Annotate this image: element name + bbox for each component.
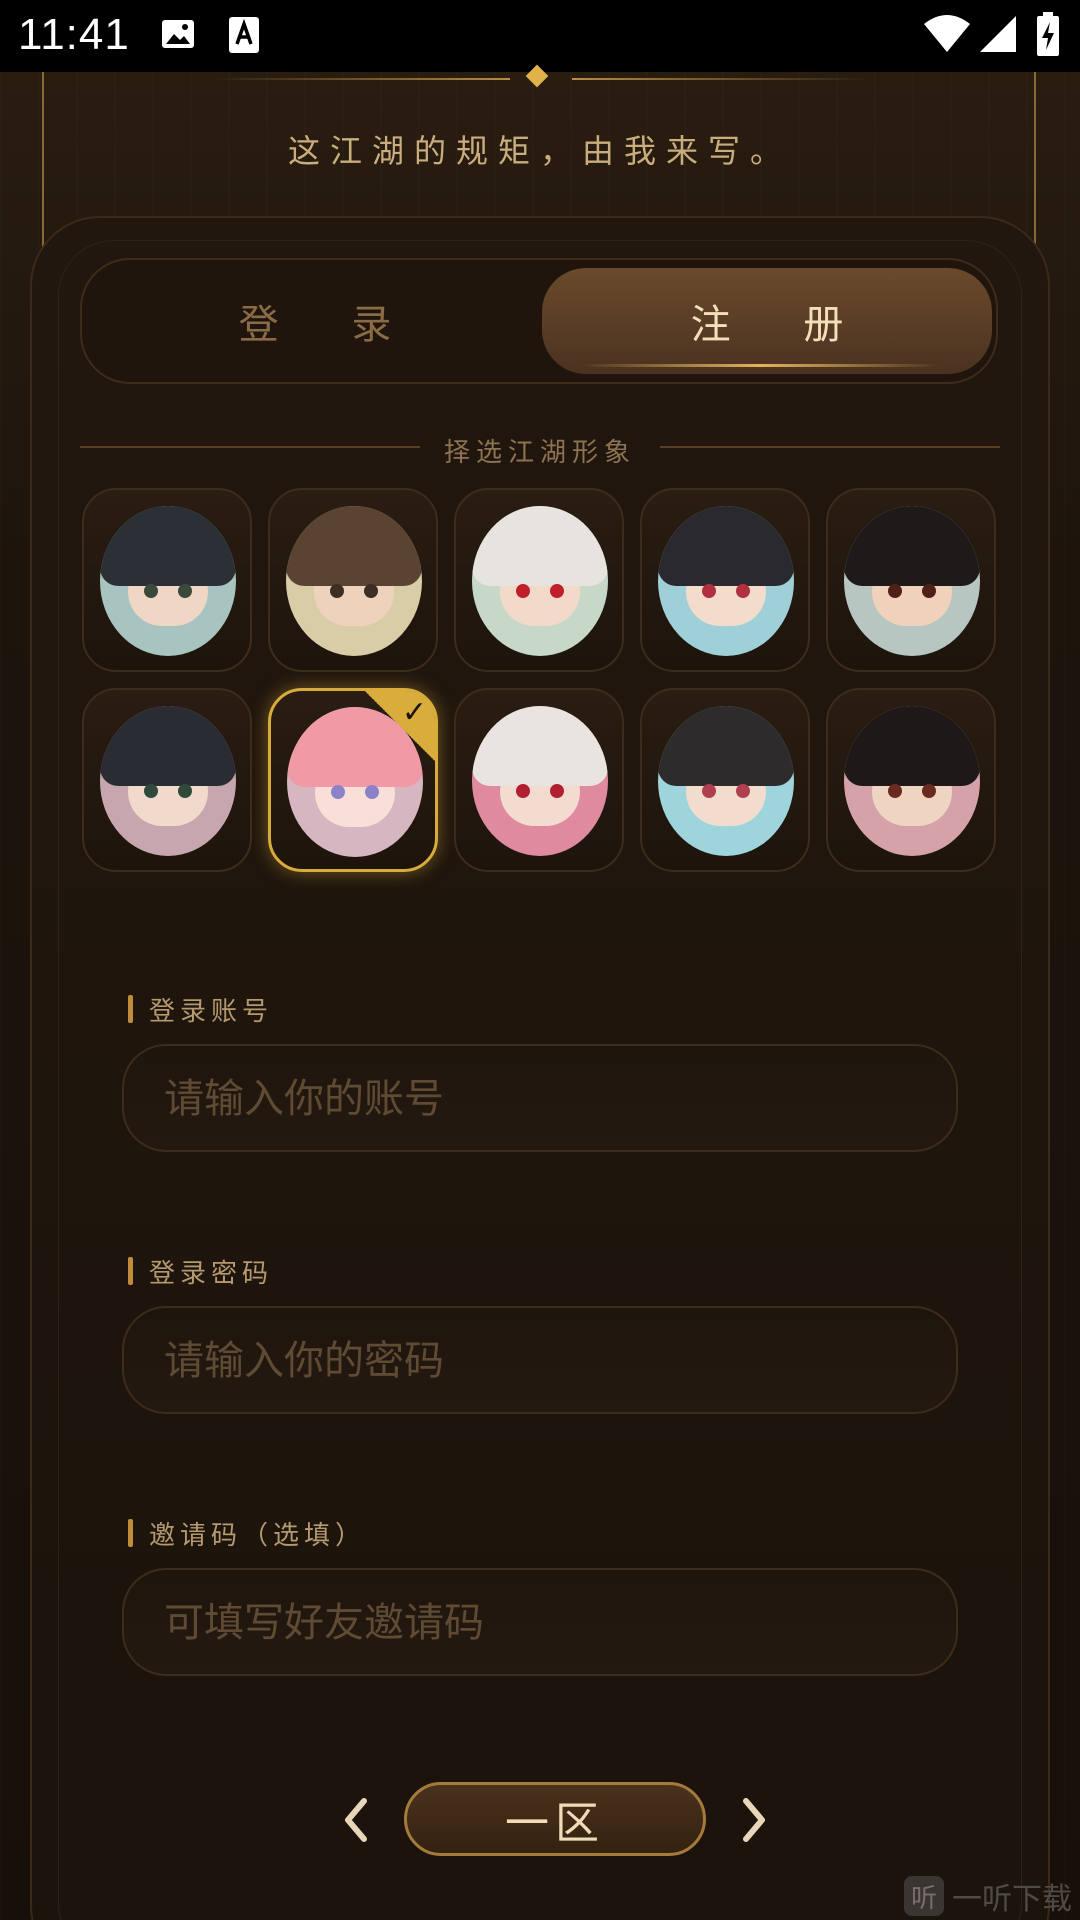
password-input[interactable]: [162, 1308, 926, 1414]
status-time: 11:41: [18, 10, 130, 59]
avatar-hair: [658, 706, 794, 786]
wifi-icon: [924, 14, 970, 58]
avatar-portrait: [472, 706, 608, 856]
avatar-eye: [364, 584, 378, 598]
avatar-eye: [736, 784, 750, 798]
avatar-eye: [922, 784, 936, 798]
avatar-hair: [472, 506, 608, 586]
watermark-logo-icon: 听: [904, 1876, 944, 1916]
avatar-hair: [100, 706, 236, 786]
password-label-text: 登录密码: [149, 1258, 274, 1289]
next-server-button[interactable]: [724, 1790, 784, 1850]
avatar-eye: [922, 584, 936, 598]
avatar-section-title: 择选江湖形象: [443, 438, 636, 468]
password-field: [122, 1306, 958, 1414]
avatar-eye: [888, 784, 902, 798]
active-tab-indicator: [580, 364, 940, 367]
avatar-option[interactable]: [826, 488, 996, 672]
password-label: 登录密码: [128, 1254, 274, 1289]
label-accent-bar: [128, 1257, 133, 1285]
invite-label-text: 邀请码（选填）: [149, 1520, 367, 1551]
avatar-eye: [144, 584, 158, 598]
invite-label: 邀请码（选填）: [128, 1516, 367, 1551]
avatar-eye: [516, 584, 530, 598]
invite-input[interactable]: [162, 1570, 926, 1676]
label-accent-bar: [128, 1519, 133, 1547]
account-label-text: 登录账号: [149, 996, 274, 1027]
avatar-eye: [888, 584, 902, 598]
avatar-option[interactable]: [268, 488, 438, 672]
avatar-option[interactable]: [640, 688, 810, 872]
label-accent-bar: [128, 995, 133, 1023]
avatar-portrait: [100, 706, 236, 856]
avatar-portrait: [286, 506, 422, 656]
battery-charging-icon: [1036, 12, 1060, 60]
avatar-portrait: [100, 506, 236, 656]
avatar-portrait: [844, 706, 980, 856]
avatar-hair: [658, 506, 794, 586]
avatar-hair: [472, 706, 608, 786]
account-input[interactable]: [162, 1046, 926, 1152]
avatar-eye: [550, 584, 564, 598]
chevron-right-icon: [743, 1798, 765, 1842]
avatar-hair: [844, 506, 980, 586]
avatar-eye: [178, 584, 192, 598]
checkmark-icon: ✓: [401, 695, 427, 730]
avatar-option[interactable]: [82, 688, 252, 872]
avatar-option[interactable]: ✓: [268, 688, 438, 872]
watermark: 听 一听下载: [904, 1876, 1072, 1917]
avatar-hair: [100, 506, 236, 586]
tab-login[interactable]: 登 录: [90, 268, 540, 374]
avatar-hair: [844, 706, 980, 786]
avatar-option[interactable]: [826, 688, 996, 872]
ornament-line-left: [210, 78, 510, 80]
avatar-portrait: [472, 506, 608, 656]
avatar-eye: [330, 584, 344, 598]
avatar-eye: [550, 784, 564, 798]
invite-field: [122, 1568, 958, 1676]
avatar-option[interactable]: [454, 688, 624, 872]
avatar-eye: [144, 784, 158, 798]
ornament-line-right: [572, 78, 872, 80]
avatar-eye: [331, 785, 345, 799]
avatar-eye: [365, 785, 379, 799]
keyboard-notification-icon: [228, 16, 260, 58]
avatar-eye: [702, 584, 716, 598]
prev-server-button[interactable]: [326, 1790, 386, 1850]
avatar-hair: [286, 506, 422, 586]
image-notification-icon: [160, 16, 196, 56]
account-label: 登录账号: [128, 992, 274, 1027]
tab-register[interactable]: 注 册: [542, 268, 992, 374]
avatar-section-header: 择选江湖形象: [80, 432, 1000, 472]
avatar-option[interactable]: [82, 488, 252, 672]
avatar-option[interactable]: [454, 488, 624, 672]
register-screen: 11:41 这江湖的规矩，由我来写。 登 录 注 册 择选江湖形象 ✓ 登录账号…: [0, 0, 1080, 1920]
avatar-option[interactable]: [640, 488, 810, 672]
watermark-text: 一听下载: [952, 1882, 1072, 1917]
avatar-portrait: [658, 706, 794, 856]
server-select-button[interactable]: 一区: [404, 1782, 706, 1856]
chevron-left-icon: [345, 1798, 367, 1842]
cellular-signal-icon: [980, 16, 1016, 56]
avatar-portrait: [658, 506, 794, 656]
account-field: [122, 1044, 958, 1152]
avatar-eye: [702, 784, 716, 798]
slogan-text: 这江湖的规矩，由我来写。: [287, 132, 792, 170]
avatar-eye: [736, 584, 750, 598]
status-bar: 11:41: [0, 0, 1080, 72]
avatar-eye: [178, 784, 192, 798]
avatar-portrait: [844, 506, 980, 656]
avatar-eye: [516, 784, 530, 798]
